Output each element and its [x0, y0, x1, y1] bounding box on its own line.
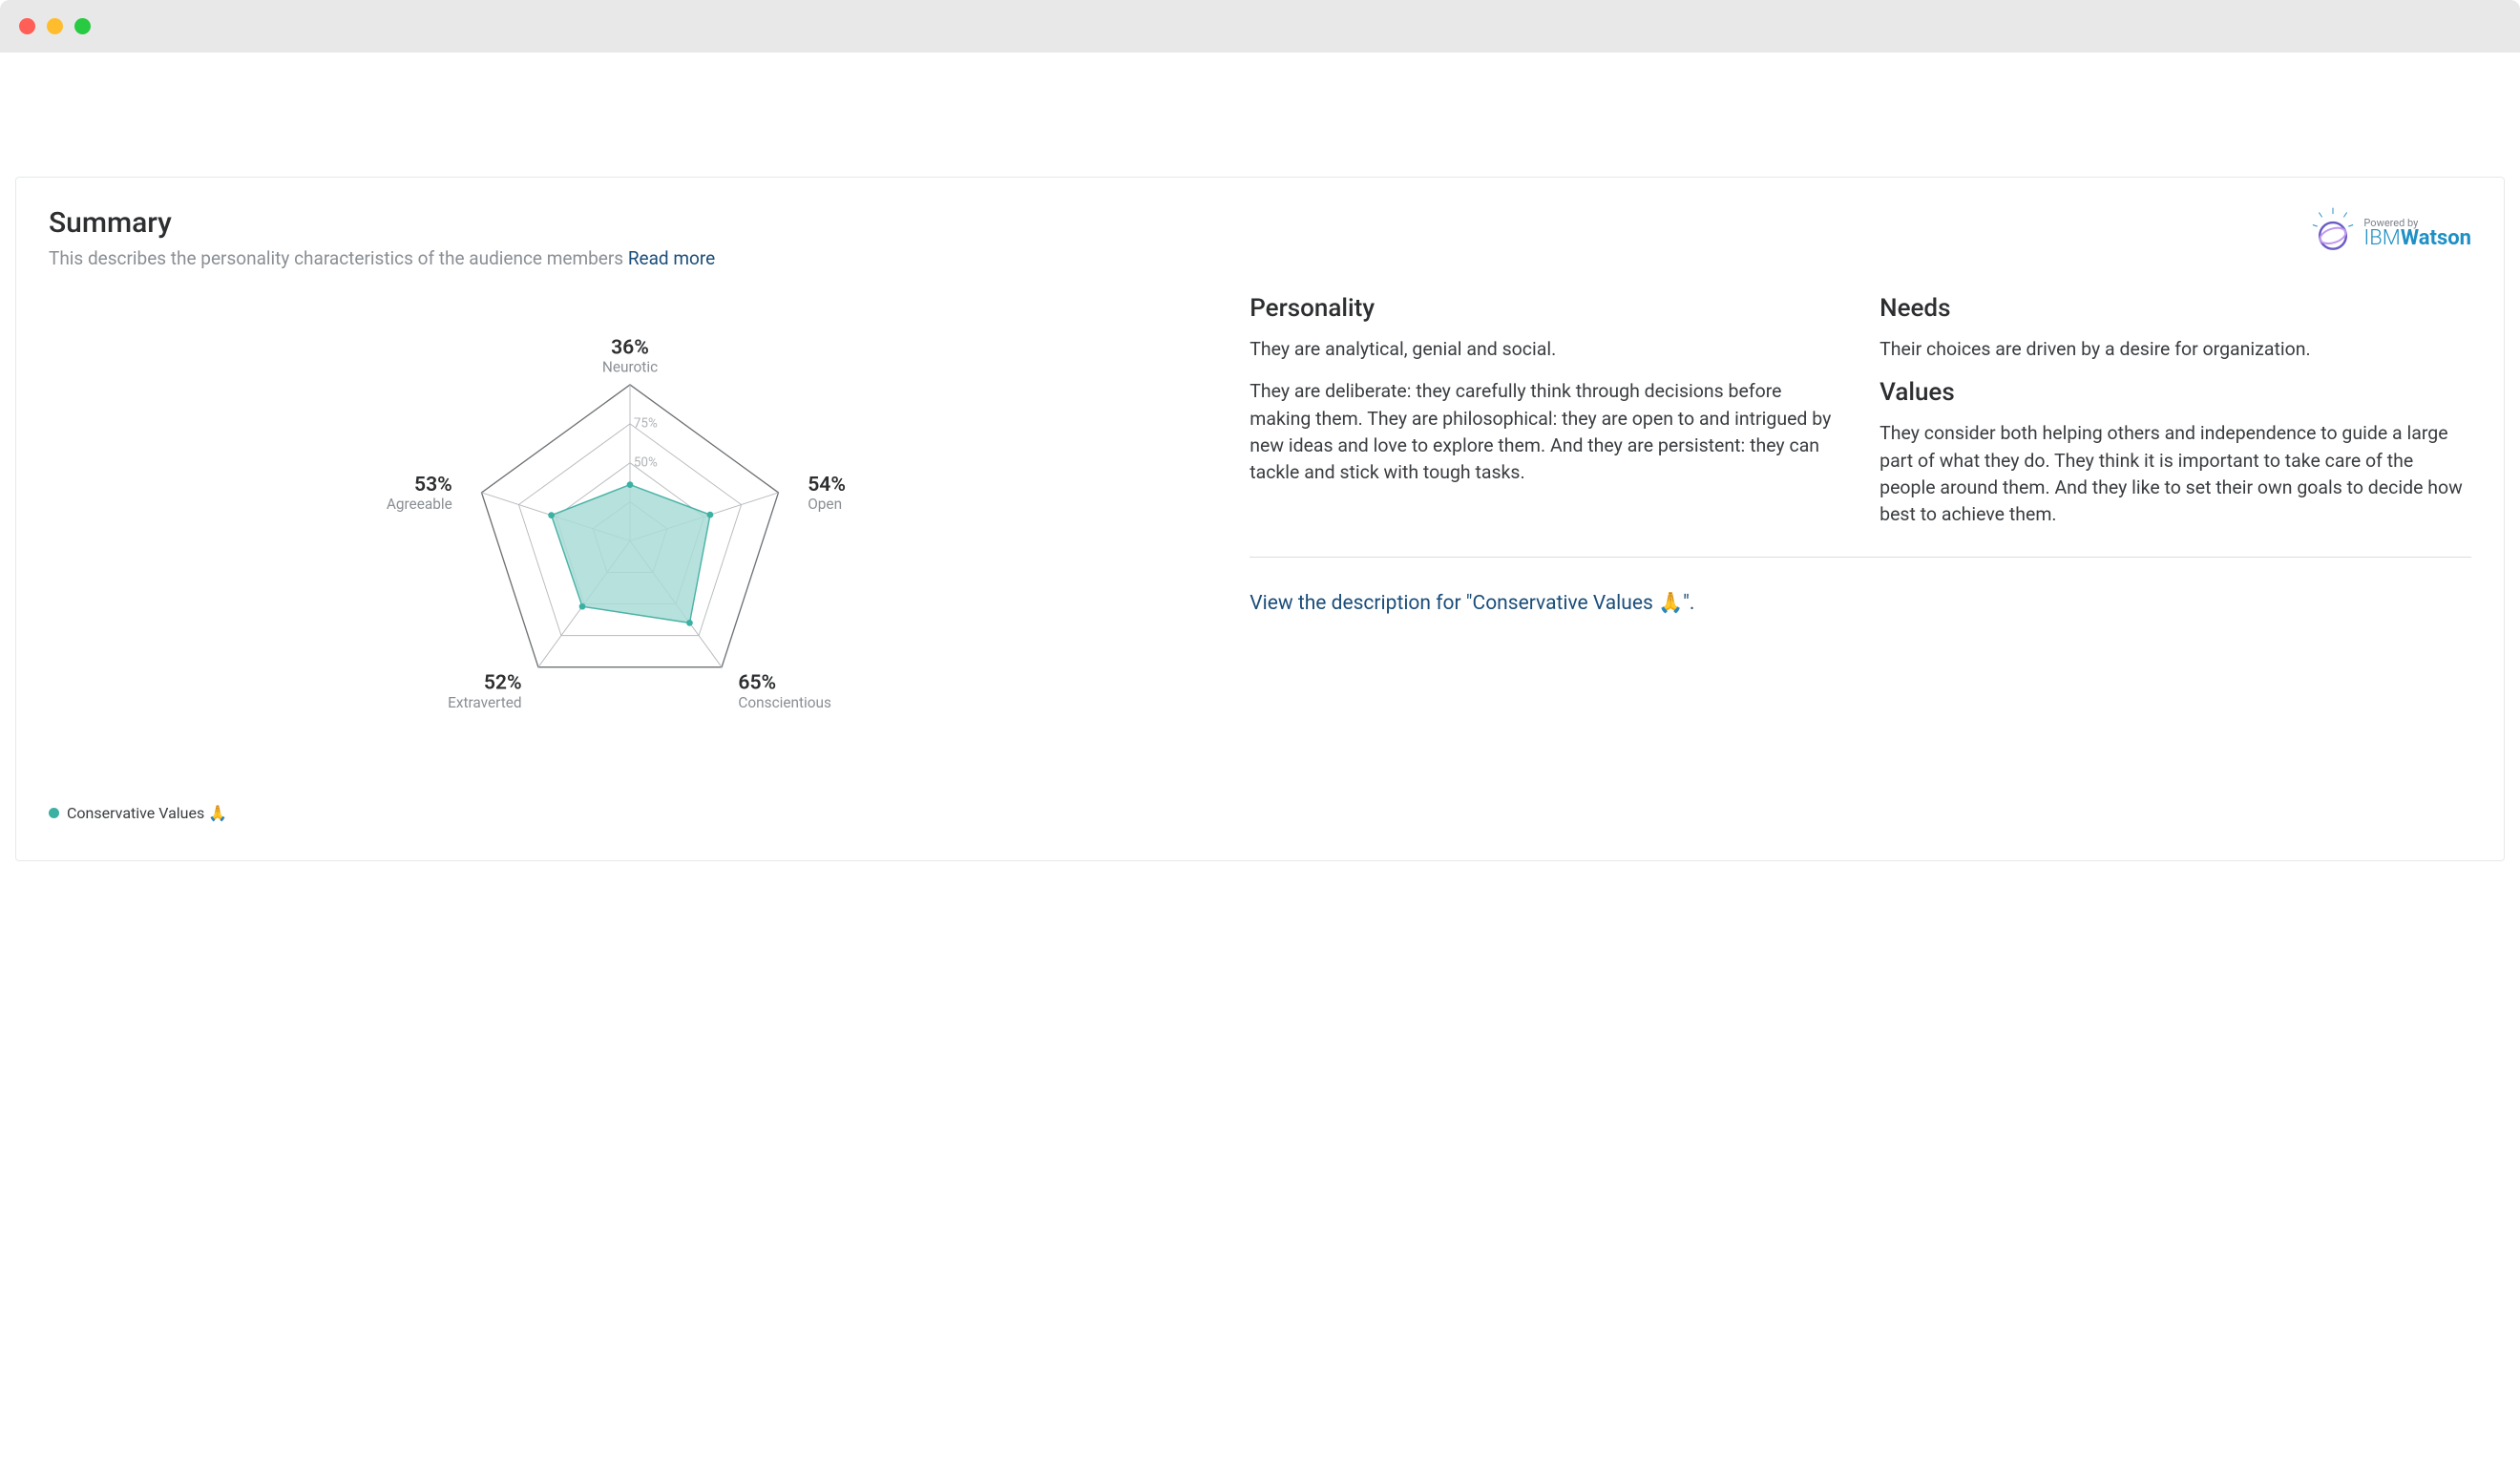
svg-text:Conscientious: Conscientious: [738, 694, 831, 711]
svg-text:65%: 65%: [738, 671, 776, 695]
personality-p1: They are analytical, genial and social.: [1250, 336, 1841, 363]
svg-text:Open: Open: [808, 496, 842, 513]
watson-icon: [2308, 206, 2358, 260]
subtitle-text: This describes the personality character…: [49, 247, 628, 269]
svg-text:54%: 54%: [808, 473, 846, 497]
chart-legend: Conservative Values 🙏: [49, 804, 1211, 822]
ibm-text: IBM: [2363, 226, 2400, 250]
svg-text:36%: 36%: [611, 335, 649, 359]
summary-card: Summary This describes the personality c…: [15, 177, 2505, 861]
section-subtitle: This describes the personality character…: [49, 247, 715, 269]
values-p1: They consider both helping others and in…: [1880, 420, 2471, 528]
personality-heading: Personality: [1250, 294, 1841, 323]
svg-text:Neurotic: Neurotic: [602, 359, 658, 376]
minimize-icon[interactable]: [47, 18, 63, 34]
divider: [1250, 557, 2471, 558]
values-heading: Values: [1880, 378, 2471, 407]
window-titlebar: [0, 0, 2520, 53]
needs-heading: Needs: [1880, 294, 2471, 323]
legend-swatch: [49, 808, 59, 818]
read-more-link[interactable]: Read more: [628, 247, 715, 269]
svg-text:Agreeable: Agreeable: [387, 496, 452, 513]
legend-label: Conservative Values 🙏: [67, 804, 227, 822]
personality-p2: They are deliberate: they carefully thin…: [1250, 378, 1841, 486]
watson-text: Watson: [2401, 226, 2471, 250]
traffic-lights: [19, 18, 91, 34]
svg-text:50%: 50%: [634, 456, 658, 471]
maximize-icon[interactable]: [74, 18, 91, 34]
section-title: Summary: [49, 206, 715, 240]
svg-text:53%: 53%: [414, 473, 452, 497]
svg-text:Extraverted: Extraverted: [448, 694, 522, 711]
view-description-link[interactable]: View the description for "Conservative V…: [1250, 592, 2471, 615]
radar-chart: 50% 75% 36%Neurotic 54%Open 65%Conscientious…: [49, 288, 1211, 766]
close-icon[interactable]: [19, 18, 35, 34]
needs-p1: Their choices are driven by a desire for…: [1880, 336, 2471, 363]
svg-text:75%: 75%: [634, 417, 658, 432]
watson-badge: Powered by IBMWatson: [2308, 206, 2471, 260]
svg-text:52%: 52%: [484, 671, 522, 695]
